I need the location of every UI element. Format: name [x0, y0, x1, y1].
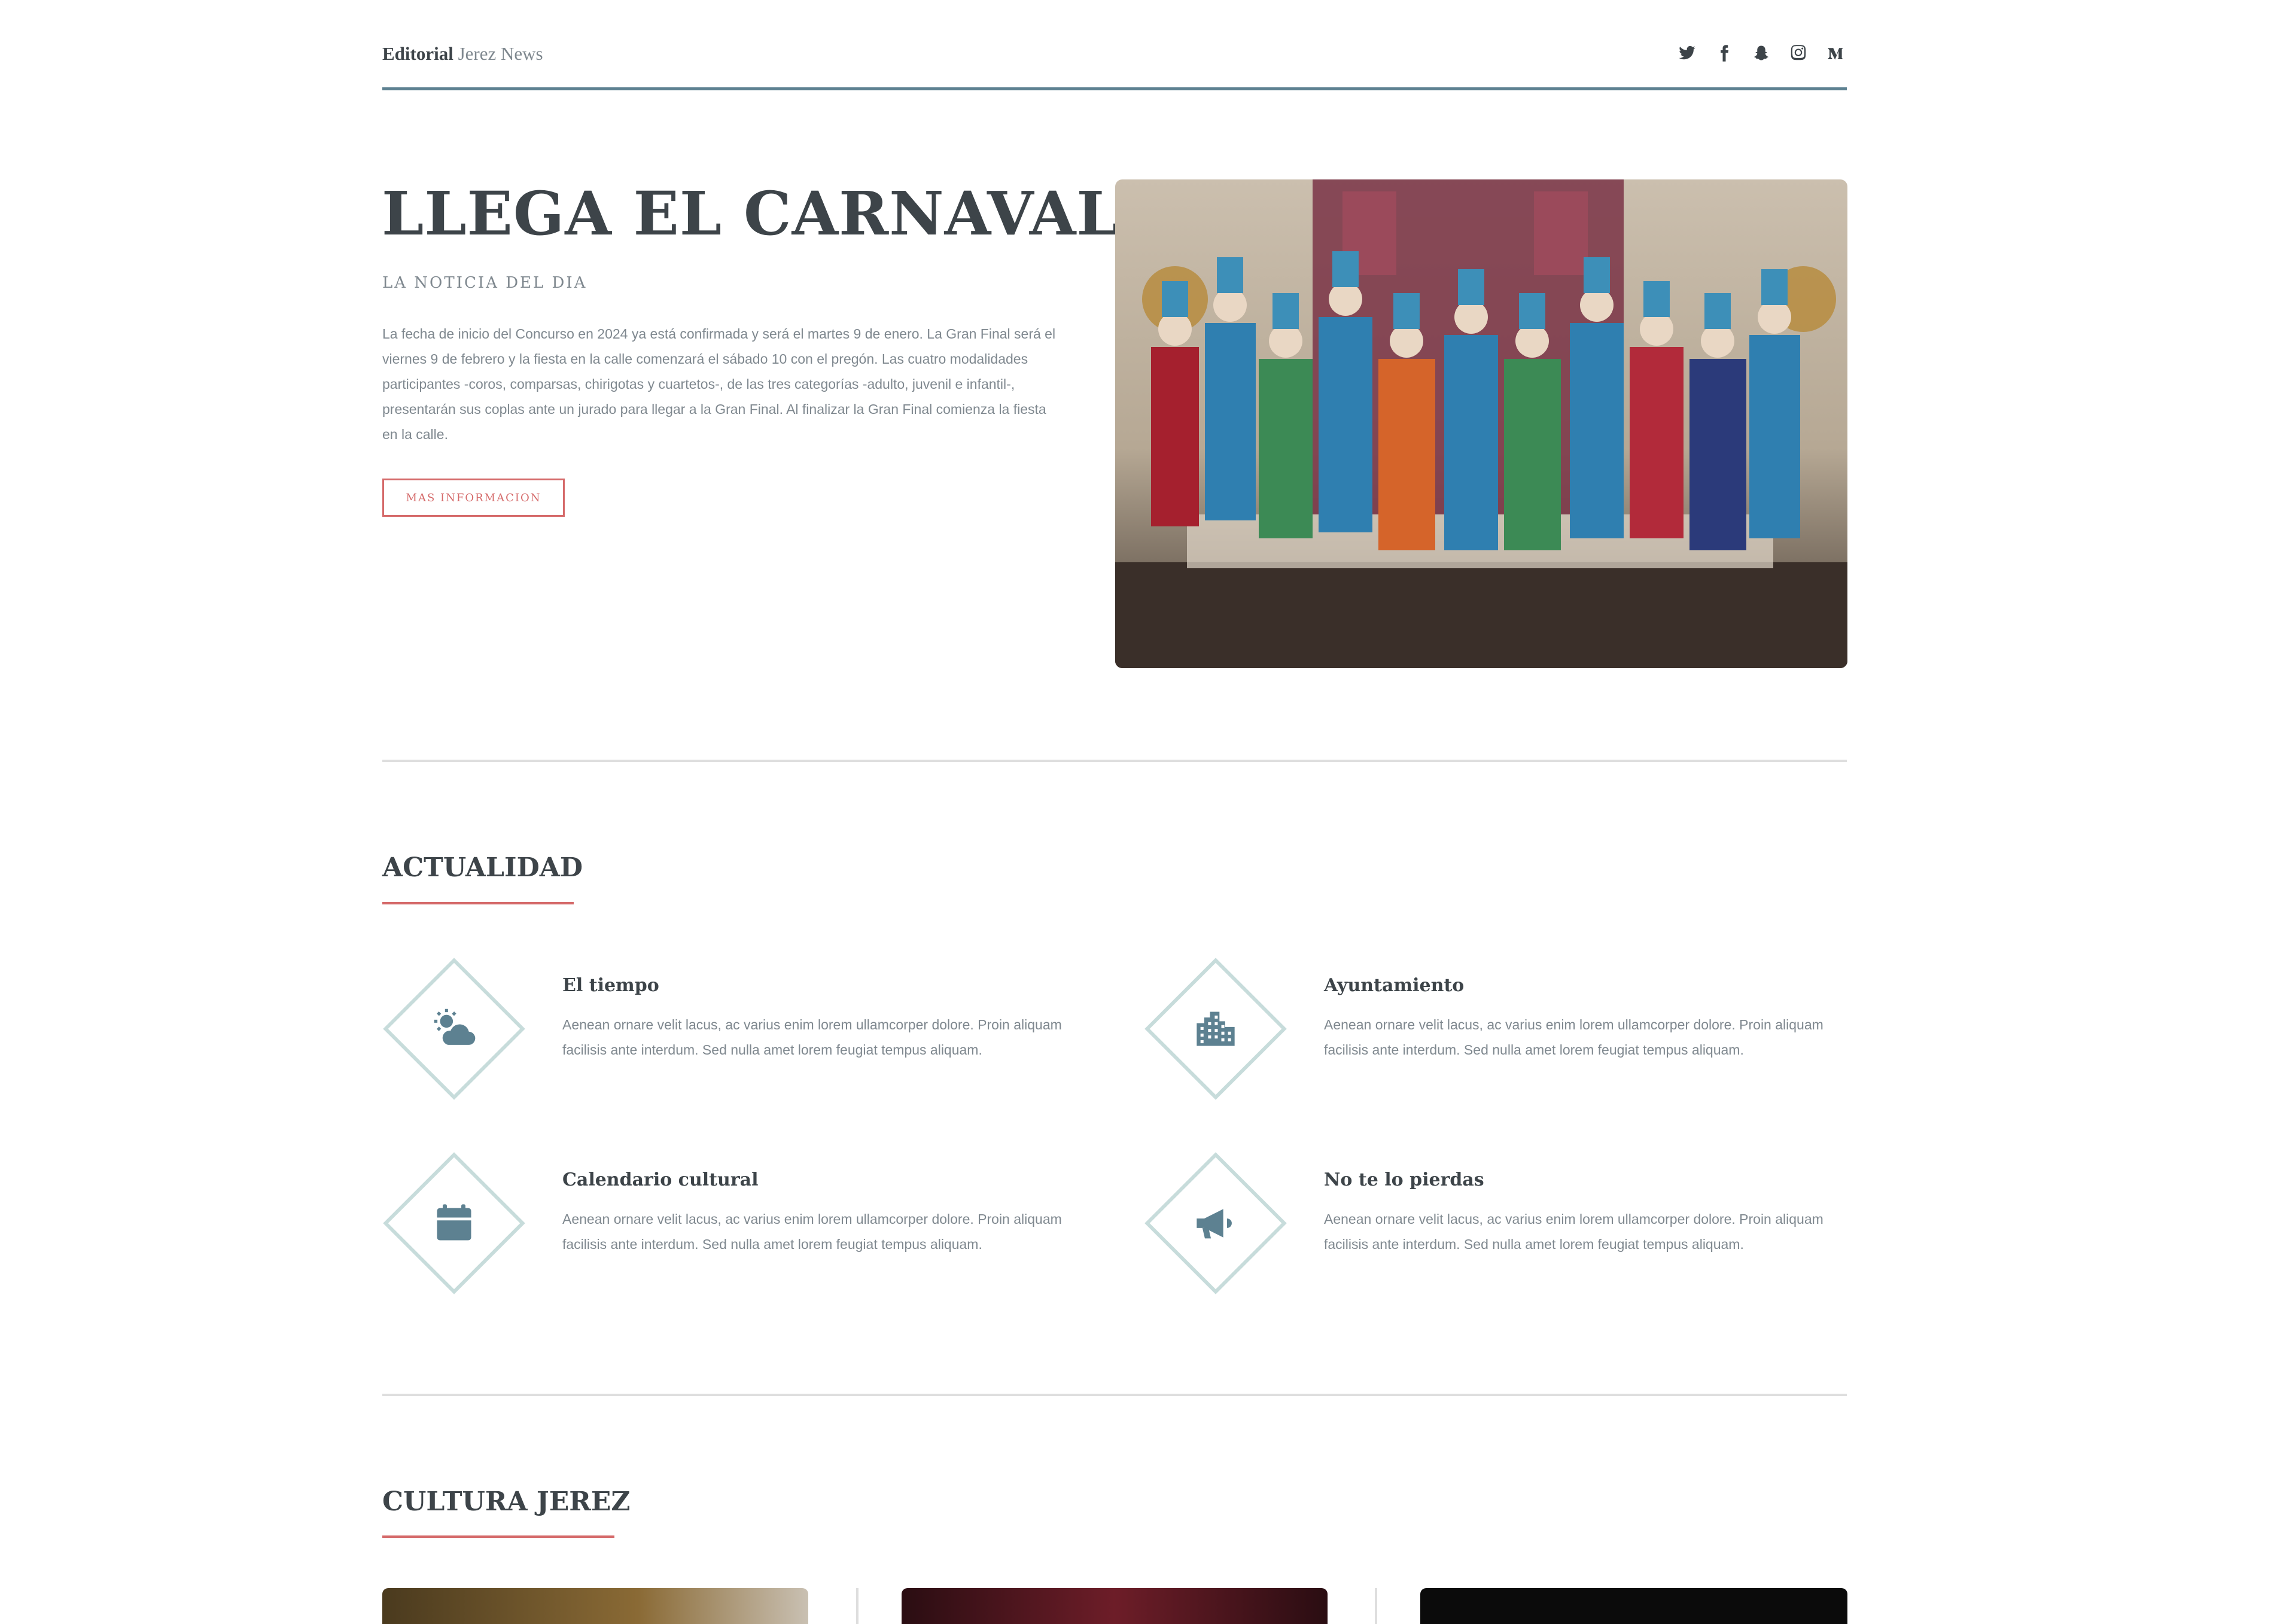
site-logo[interactable]: Editorial Jerez News: [382, 43, 543, 65]
section-divider: [382, 1394, 1847, 1396]
facebook-icon[interactable]: [1713, 42, 1736, 65]
more-info-button[interactable]: MAS INFORMACION: [382, 479, 565, 517]
feature-el-tiempo: El tiempo Aenean ornare velit lacus, ac …: [382, 957, 1076, 1113]
feature-diamond: [382, 1151, 526, 1295]
feature-diamond: [1144, 957, 1287, 1101]
card-separator: [856, 1588, 859, 1624]
feature-title[interactable]: El tiempo: [562, 975, 659, 996]
actualidad-underline: [382, 902, 574, 904]
feature-title[interactable]: Calendario cultural: [562, 1169, 758, 1190]
feature-text: Aenean ornare velit lacus, ac varius eni…: [562, 1017, 1062, 1058]
megaphone-icon: [1197, 1209, 1232, 1239]
cultura-card-image-3[interactable]: [1420, 1588, 1847, 1624]
feature-text: Aenean ornare velit lacus, ac varius eni…: [1324, 1017, 1824, 1058]
social-icons: [1676, 42, 1847, 65]
twitter-icon[interactable]: [1676, 42, 1698, 65]
feature-text: Aenean ornare velit lacus, ac varius eni…: [562, 1211, 1062, 1252]
banner-text: La fecha de inicio del Concurso en 2024 …: [382, 326, 1056, 442]
card-separator: [1375, 1588, 1377, 1624]
cultura-title: CULTURA JEREZ: [382, 1486, 631, 1517]
carnival-chorus-photo: [1115, 179, 1847, 668]
calendar-icon: [437, 1204, 471, 1241]
cultura-underline: [382, 1535, 614, 1538]
logo-rest: Jerez News: [458, 43, 543, 64]
banner-title: LLEGA EL CARNAVAL: [382, 178, 1119, 249]
actualidad-title: ACTUALIDAD: [382, 852, 583, 883]
feature-title[interactable]: No te lo pierdas: [1324, 1169, 1484, 1190]
feature-text: Aenean ornare velit lacus, ac varius eni…: [1324, 1211, 1824, 1252]
instagram-icon[interactable]: [1787, 42, 1810, 65]
section-divider: [382, 760, 1847, 762]
banner-subtitle: LA NOTICIA DEL DIA: [382, 274, 587, 292]
cultura-card-image-1[interactable]: [382, 1588, 808, 1624]
feature-ayuntamiento: Ayuntamiento Aenean ornare velit lacus, …: [1144, 957, 1838, 1113]
cultura-card-image-2[interactable]: [902, 1588, 1328, 1624]
feature-diamond: [1144, 1151, 1287, 1295]
medium-icon[interactable]: [1824, 42, 1847, 65]
weather-icon: [434, 1008, 476, 1045]
feature-diamond: [382, 957, 526, 1101]
feature-title[interactable]: Ayuntamiento: [1324, 975, 1464, 996]
city-icon: [1197, 1011, 1235, 1046]
feature-no-te-lo-pierdas: No te lo pierdas Aenean ornare velit lac…: [1144, 1151, 1838, 1307]
logo-bold: Editorial: [382, 43, 453, 64]
feature-calendario-cultural: Calendario cultural Aenean ornare velit …: [382, 1151, 1076, 1307]
site-header: Editorial Jerez News: [382, 36, 1847, 90]
snapchat-icon[interactable]: [1750, 42, 1773, 65]
